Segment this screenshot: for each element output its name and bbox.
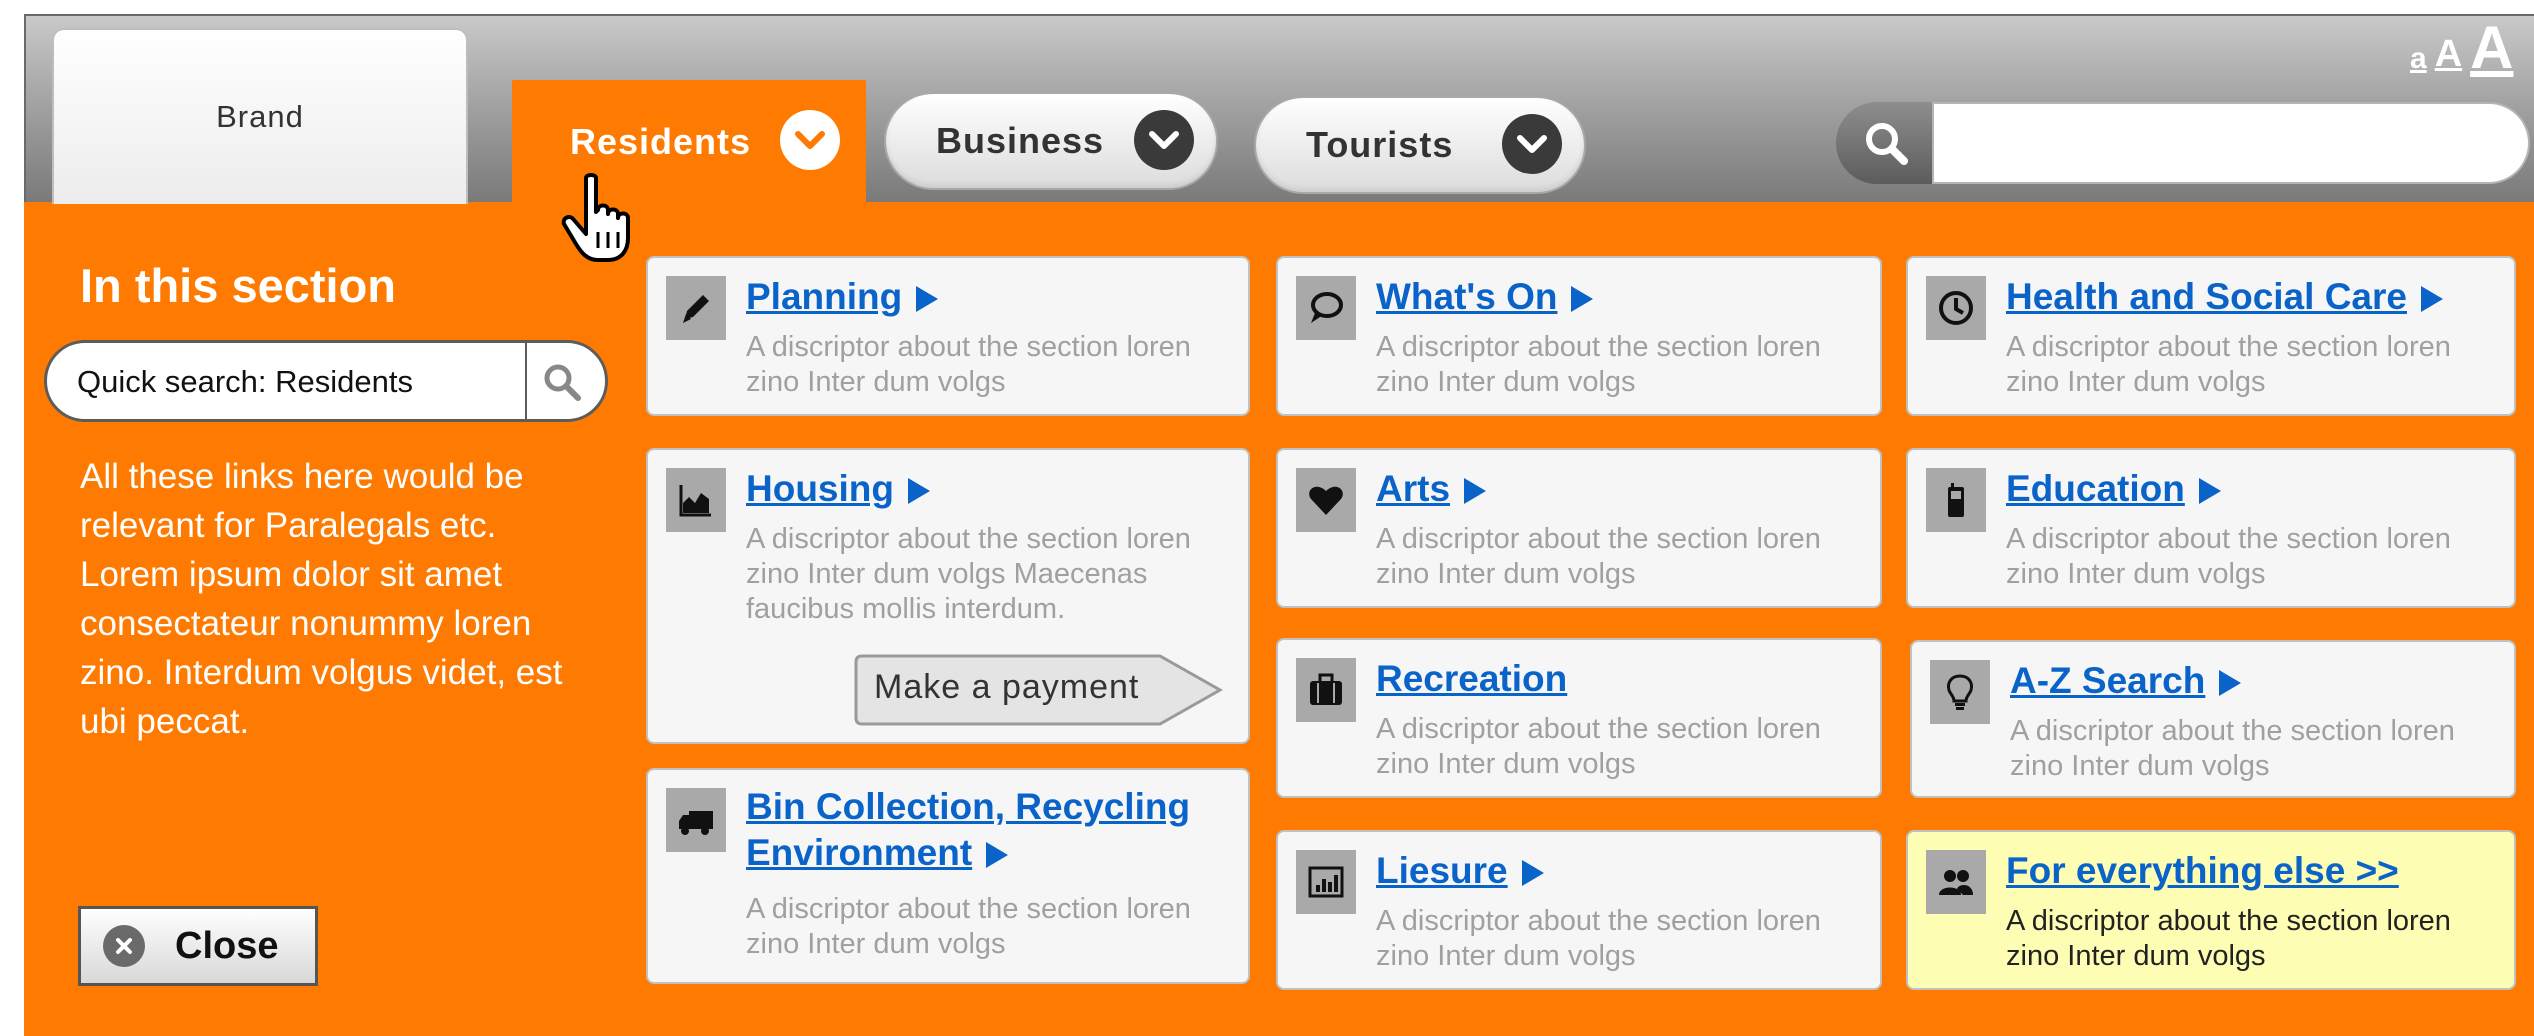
card-title-link[interactable]: Arts: [1376, 466, 1487, 512]
card-description: A discriptor about the section loren zin…: [2006, 523, 2451, 590]
card-education[interactable]: Education A discriptor about the section…: [1906, 448, 2516, 608]
site-search: [1836, 102, 2530, 184]
brand-logo[interactable]: Brand: [52, 28, 468, 204]
card-description: A discriptor about the section loren zin…: [2006, 331, 2451, 398]
arrow-right-icon: [1571, 286, 1594, 313]
card-title-link[interactable]: Liesure: [1376, 848, 1544, 894]
card-description: A discriptor about the section loren zin…: [746, 523, 1191, 625]
card-whats-on[interactable]: What's On A discriptor about the section…: [1276, 256, 1882, 416]
quick-search-field[interactable]: [44, 340, 608, 422]
arrow-right-icon: [916, 286, 939, 313]
arrow-right-icon: [2420, 286, 2443, 313]
speech-bubble-icon: [1296, 276, 1356, 340]
make-payment-button[interactable]: Make a payment: [854, 654, 1224, 726]
mobile-phone-icon: [1926, 468, 1986, 532]
people-icon: [1926, 850, 1986, 914]
font-size-controls: a A A: [2410, 18, 2513, 78]
chevron-down-icon[interactable]: [780, 110, 840, 170]
card-liesure[interactable]: Liesure A discriptor about the section l…: [1276, 830, 1882, 990]
card-title-link[interactable]: Recreation: [1376, 656, 1567, 702]
tab-tourists[interactable]: Tourists: [1254, 96, 1586, 194]
card-description: A discriptor about the section loren zin…: [1376, 905, 1821, 972]
quick-search-divider: [525, 343, 527, 419]
tab-business-label: Business: [936, 120, 1105, 161]
arrow-right-icon: [1464, 478, 1487, 505]
search-icon: [1866, 123, 1908, 165]
arrow-right-icon: [1521, 860, 1544, 887]
card-title-link[interactable]: For everything else >>: [2006, 848, 2399, 894]
font-size-small-link[interactable]: a: [2410, 42, 2427, 76]
close-button-label: Close: [175, 924, 279, 967]
make-payment-label: Make a payment: [874, 668, 1140, 706]
clock-icon: [1926, 276, 1986, 340]
card-title-link[interactable]: Bin Collection, Recycling Environment: [746, 784, 1190, 876]
arrow-right-icon: [2219, 670, 2242, 697]
section-heading: In this section: [80, 259, 396, 312]
hand-cursor-icon: [561, 173, 630, 262]
tab-tourists-label: Tourists: [1306, 124, 1454, 165]
chart-board-icon: [1296, 850, 1356, 914]
font-size-large-link[interactable]: A: [2470, 18, 2513, 78]
card-title-link[interactable]: Education: [2006, 466, 2221, 512]
card-arts[interactable]: Arts A discriptor about the section lore…: [1276, 448, 1882, 608]
card-title-link[interactable]: Health and Social Care: [2006, 274, 2443, 320]
arrow-right-icon: [2198, 478, 2221, 505]
close-icon: [103, 925, 145, 967]
card-description: A discriptor about the section loren zin…: [1376, 523, 1821, 590]
card-bin-collection[interactable]: Bin Collection, Recycling Environment A d…: [646, 768, 1250, 984]
card-health-social-care[interactable]: Health and Social Care A discriptor abou…: [1906, 256, 2516, 416]
card-title-link[interactable]: What's On: [1376, 274, 1594, 320]
arrow-right-icon: [986, 842, 1009, 869]
tab-residents-label: Residents: [570, 121, 752, 162]
pencil-icon: [666, 276, 726, 340]
font-size-medium-link[interactable]: A: [2435, 33, 2462, 76]
card-a-z-search[interactable]: A-Z Search A discriptor about the sectio…: [1910, 640, 2516, 798]
search-icon[interactable]: [541, 361, 583, 403]
card-description: A discriptor about the section loren zin…: [746, 331, 1191, 398]
quick-search-input[interactable]: [75, 355, 549, 409]
section-description: All these links here would be relevant f…: [80, 457, 563, 741]
area-chart-icon: [666, 468, 726, 532]
card-planning[interactable]: Planning A discriptor about the section …: [646, 256, 1250, 416]
card-description: A discriptor about the section loren zin…: [2010, 715, 2455, 782]
card-recreation[interactable]: Recreation A discriptor about the sectio…: [1276, 638, 1882, 798]
lightbulb-icon: [1930, 660, 1990, 724]
briefcase-icon: [1296, 658, 1356, 722]
tab-business[interactable]: Business: [884, 92, 1218, 190]
card-title-link[interactable]: Planning: [746, 274, 939, 320]
heart-icon: [1296, 468, 1356, 532]
card-everything-else[interactable]: For everything else >> A discriptor abou…: [1906, 830, 2516, 990]
card-title-link[interactable]: A-Z Search: [2010, 658, 2242, 704]
search-input[interactable]: [1932, 102, 2530, 184]
close-button[interactable]: Close: [78, 906, 318, 986]
card-description: A discriptor about the section loren zin…: [2006, 905, 2451, 972]
search-button[interactable]: [1836, 102, 1936, 184]
chevron-down-icon[interactable]: [1134, 110, 1194, 170]
card-description: A discriptor about the section loren zin…: [746, 893, 1191, 960]
arrow-right-icon: [907, 478, 930, 505]
truck-icon: [666, 788, 726, 852]
chevron-down-icon[interactable]: [1502, 114, 1562, 174]
card-description: A discriptor about the section loren zin…: [1376, 713, 1821, 780]
card-housing[interactable]: Housing A discriptor about the section l…: [646, 448, 1250, 744]
card-title-link[interactable]: Housing: [746, 466, 930, 512]
card-description: A discriptor about the section loren zin…: [1376, 331, 1821, 398]
